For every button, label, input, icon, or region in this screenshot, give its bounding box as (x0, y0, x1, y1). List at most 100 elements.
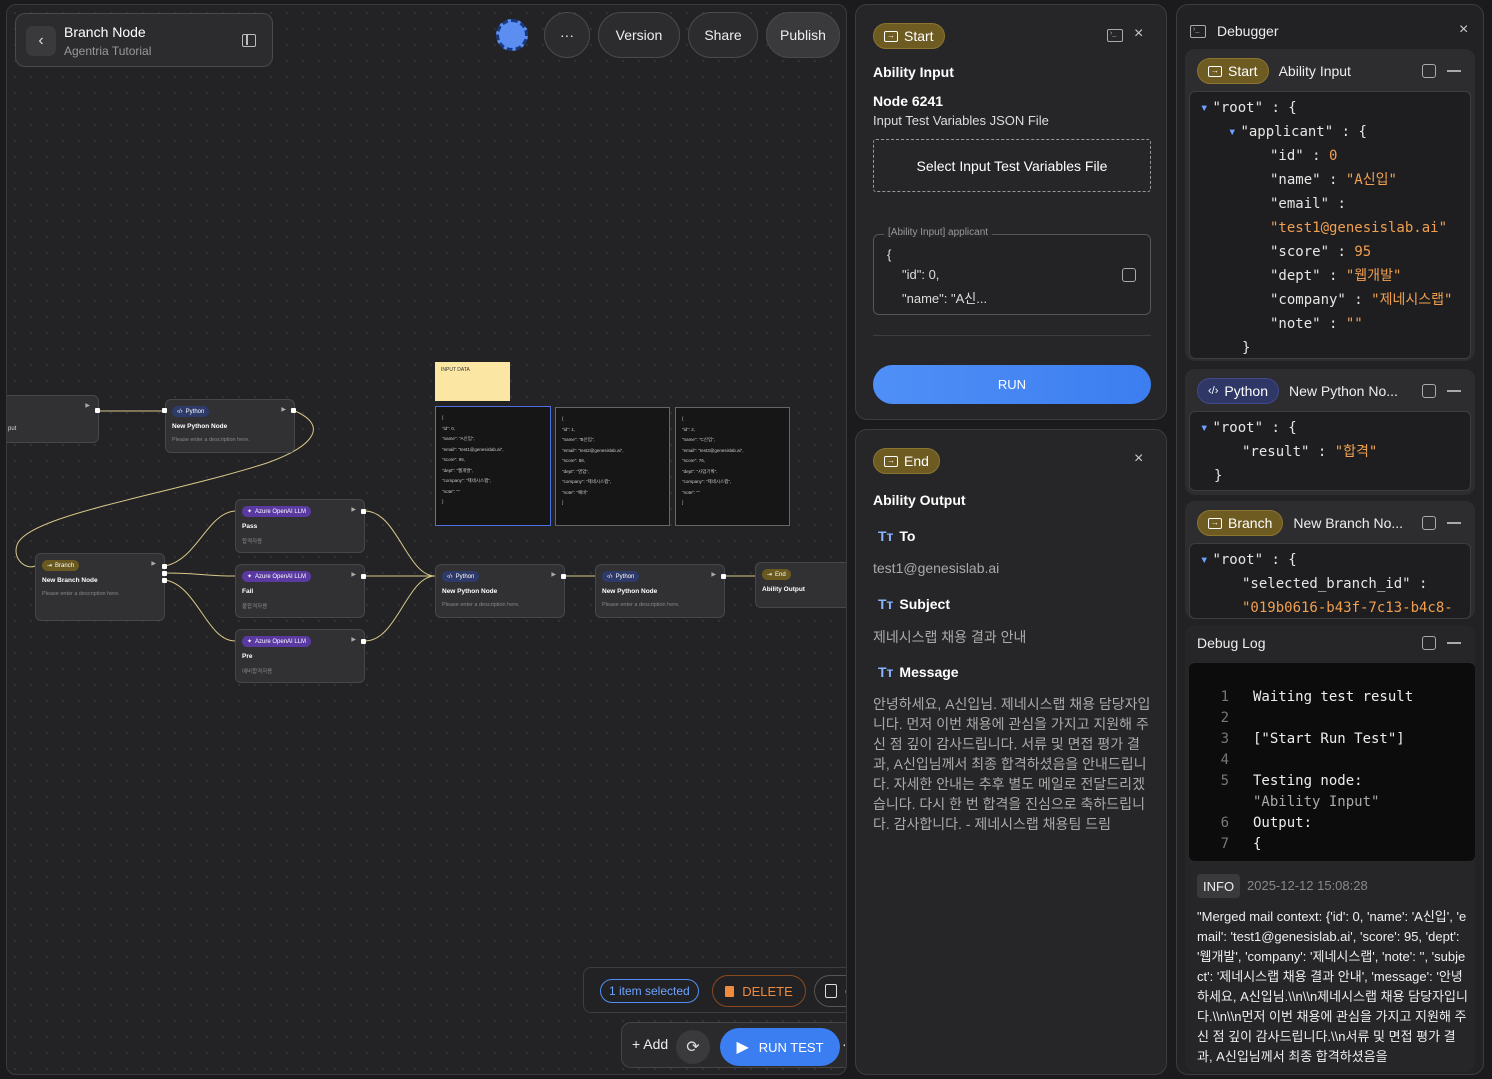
subject-label: Subject (899, 596, 950, 612)
output-port[interactable] (95, 408, 100, 413)
azure-tag: ✦ Azure OpenAI LLM (242, 636, 312, 647)
copy-icon[interactable] (1122, 268, 1136, 282)
more-run-options-button[interactable]: ·· (842, 1036, 847, 1052)
json-viewer[interactable]: ▾ "root" : {▾ "applicant" : {"id" : 0 "name… (1189, 91, 1471, 359)
add-node-button[interactable]: + Add (632, 1036, 668, 1052)
end-panel: → End × Ability Output Tт To test1@genesi… (855, 429, 1167, 1075)
json-viewer[interactable]: ▾ "root" : {"result" : "합격"} (1189, 411, 1471, 491)
copy-button[interactable]: C (814, 975, 846, 1007)
log-console[interactable]: 1 Waiting test result 2 3 ["Start Run Test"]… (1189, 663, 1475, 861)
tag-label: Python (615, 573, 635, 580)
play-icon: ▶ (551, 572, 556, 578)
json-key: "name" (1270, 172, 1321, 188)
python-node-2[interactable]: ‹/› Python ▶ New Python Node Please ente… (435, 564, 565, 618)
node-id-label: Node 6241 (873, 93, 944, 109)
enter-icon: → (884, 455, 898, 467)
output-port[interactable] (361, 639, 366, 644)
json-key: "email" (1270, 196, 1330, 212)
select-file-button[interactable]: Select Input Test Variables File (873, 139, 1151, 192)
delete-label: DELETE (742, 983, 793, 999)
data-card-3[interactable]: { "id": 2, "name": "C신입", "email": "test… (675, 407, 790, 526)
node-title: Pre (242, 653, 253, 660)
close-icon[interactable]: × (1134, 25, 1143, 43)
output-port[interactable] (561, 574, 566, 579)
trash-icon (725, 985, 735, 997)
card-label: Ability Input (1278, 63, 1351, 79)
terminal-icon[interactable]: ›_ (1107, 29, 1123, 42)
json-line: "email" : (1200, 192, 1470, 216)
json-separator: : (1329, 196, 1346, 212)
output-port[interactable] (291, 408, 296, 413)
run-button[interactable]: RUN (873, 365, 1151, 404)
debug-card-header: → Start Ability Input (1197, 57, 1351, 85)
node-title: New Python Node (602, 588, 658, 595)
llm-node-pre[interactable]: ✦ Azure OpenAI LLM ▶ Pre 예비합격자용 (235, 629, 365, 683)
sticky-note[interactable]: INPUT DATA (435, 362, 510, 401)
collapse-icon[interactable] (1447, 642, 1461, 644)
node-description: Please enter a description here. (602, 602, 680, 608)
json-separator: : (1320, 316, 1346, 332)
play-icon: ▶ (711, 572, 716, 578)
caret-down-icon[interactable]: ▾ (1228, 124, 1236, 140)
node-title: Ability Output (762, 586, 805, 593)
caret-down-icon[interactable]: ▾ (1200, 420, 1208, 436)
node-title: put (8, 426, 17, 432)
output-port[interactable] (721, 574, 726, 579)
more-run-label: ·· (842, 1036, 847, 1052)
json-viewer[interactable]: ▾ "root" : {"selected_branch_id" : "019b06… (1189, 543, 1471, 619)
branch-port-fail[interactable] (162, 571, 167, 576)
refresh-button[interactable]: ⟳ (676, 1030, 710, 1064)
caret-down-icon[interactable]: ▾ (1200, 552, 1208, 568)
branch-node[interactable]: ⇥ Branch ▶ New Branch Node Please enter … (35, 553, 165, 621)
copy-icon[interactable] (1422, 636, 1436, 650)
json-separator: : { (1333, 124, 1367, 140)
field-line-2: "id": 0, (902, 267, 940, 282)
output-port[interactable] (361, 509, 366, 514)
json-key: } (1214, 468, 1223, 484)
delete-button[interactable]: DELETE (712, 975, 806, 1007)
copy-icon[interactable] (1422, 64, 1436, 78)
caret-down-icon[interactable]: ▾ (1200, 100, 1208, 116)
collapse-icon[interactable] (1447, 522, 1461, 524)
workflow-canvas[interactable]: ‹ Branch Node Agentria Tutorial ··· Vers… (6, 4, 847, 1075)
node-description: 불합격자용 (242, 604, 268, 610)
json-value: "019b0616-b43f-7c13-b4c8- (1242, 600, 1453, 616)
end-node[interactable]: ⇥ End Ability Output (755, 562, 846, 608)
field-line-3: "name": "A신... (902, 291, 988, 306)
python-badge: ‹/› Python (1197, 378, 1279, 404)
json-separator: : { (1263, 552, 1297, 568)
data-card-2[interactable]: { "id": 1, "name": "B신입", "email": "test… (555, 407, 670, 526)
run-test-button[interactable]: ▶ RUN TEST (720, 1028, 840, 1066)
tag-label: Branch (55, 562, 75, 569)
python-tag: ‹/› Python (172, 406, 210, 417)
collapse-icon[interactable] (1447, 70, 1461, 72)
branch-port-pass[interactable] (162, 564, 167, 569)
llm-node-pass[interactable]: ✦ Azure OpenAI LLM ▶ Pass 합격자용 (235, 499, 365, 553)
json-separator: : (1329, 244, 1355, 260)
python-node-1[interactable]: ‹/› Python ▶ New Python Node Please ente… (165, 399, 295, 453)
python-node-3[interactable]: ‹/› Python ▶ New Python Node Please ente… (595, 564, 725, 618)
output-port[interactable] (361, 574, 366, 579)
to-label: To (899, 528, 916, 544)
data-card-1[interactable]: { "id": 0, "name": "A신입", "email": "test… (435, 406, 551, 526)
collapse-icon[interactable] (1447, 390, 1461, 392)
close-icon[interactable]: × (1134, 450, 1143, 468)
branch-badge: → Branch (1197, 510, 1284, 536)
ability-input-node[interactable]: ▶ put (7, 395, 99, 443)
applicant-field[interactable]: [Ability Input] applicant { "id": 0, "na… (873, 227, 1151, 315)
python-tag: ‹/› Python (442, 571, 480, 582)
close-icon[interactable]: × (1459, 21, 1468, 39)
copy-icon[interactable] (1422, 384, 1436, 398)
line-number: 4 (1220, 752, 1229, 768)
play-icon: ▶ (736, 1039, 749, 1056)
json-line: ▾ "root" : { (1200, 416, 1470, 440)
badge-label: Python (1224, 383, 1268, 399)
copy-icon[interactable] (1422, 516, 1436, 530)
branch-tag: ⇥ Branch (42, 560, 80, 571)
llm-node-fail[interactable]: ✦ Azure OpenAI LLM ▶ Fail 불합격자용 (235, 564, 365, 618)
branch-port-pre[interactable] (162, 578, 167, 583)
play-icon: ▶ (351, 572, 356, 578)
play-icon: ▶ (351, 507, 356, 513)
json-value: "" (1345, 316, 1363, 332)
input-port[interactable] (162, 408, 167, 413)
